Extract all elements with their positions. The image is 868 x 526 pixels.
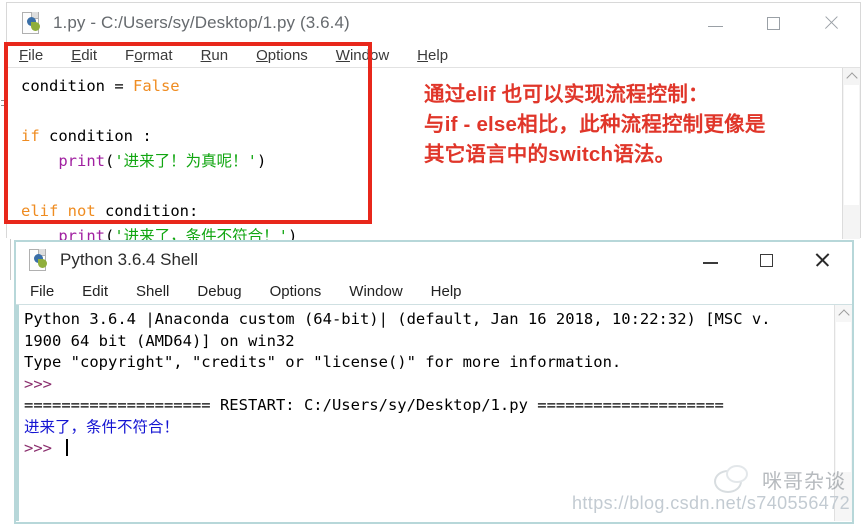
shell-close-button[interactable] <box>794 242 850 278</box>
watermark-brand: 咪哥杂谈 <box>712 464 846 494</box>
shell-menu-shell[interactable]: Shell <box>136 283 169 300</box>
shell-scrollbar-thumb[interactable] <box>836 322 851 472</box>
editor-title: 1.py - C:/Users/sy/Desktop/1.py (3.6.4) <box>53 13 350 32</box>
editor-source-code[interactable]: condition = False if condition : print('… <box>21 74 297 249</box>
annotation-line-2: 与if - else相比，此种流程控制更像是 <box>424 113 766 136</box>
close-icon <box>823 15 839 31</box>
shell-program-output: 进来了，条件不符合！ <box>24 417 180 436</box>
code-token-string: '进来了！为真呢！' <box>114 152 258 170</box>
maximize-icon <box>766 16 780 30</box>
wechat-logo <box>712 464 754 494</box>
maximize-icon <box>759 253 773 267</box>
shell-prompt: >>> <box>24 374 62 393</box>
editor-titlebar[interactable]: 1.py - C:/Users/sy/Desktop/1.py (3.6.4) <box>7 3 860 43</box>
code-token: condition : <box>39 127 152 145</box>
annotation-line-3: 其它语言中的switch语法。 <box>424 143 676 166</box>
shell-menu-file[interactable]: File <box>30 283 54 300</box>
editor-scrollbar-thumb[interactable] <box>844 85 859 205</box>
code-token-keyword: False <box>132 77 180 95</box>
editor-menu-run[interactable]: Run <box>201 47 229 64</box>
watermark-url: https://blog.csdn.net/s740556472 <box>571 493 850 513</box>
shell-window-controls <box>682 242 850 278</box>
python-file-icon <box>21 12 43 34</box>
text-cursor <box>66 439 69 456</box>
code-token: ( <box>105 152 115 170</box>
desktop-background: 1.py - C:/Users/sy/Desktop/1.py (3.6.4) … <box>0 0 868 526</box>
code-token: condition: <box>95 202 199 220</box>
code-token-keyword: if <box>21 127 40 145</box>
editor-close-button[interactable] <box>802 3 860 43</box>
shell-menu-help[interactable]: Help <box>431 283 462 300</box>
editor-menu-help[interactable]: Help <box>417 47 448 64</box>
watermark-brand-text: 咪哥杂谈 <box>762 470 846 493</box>
shell-left-gutter <box>16 305 19 521</box>
scroll-up-arrow-icon[interactable] <box>835 305 852 321</box>
editor-vertical-scrollbar[interactable] <box>842 68 860 239</box>
shell-banner-line-1: Python 3.6.4 |Anaconda custom (64-bit)| … <box>24 310 771 328</box>
shell-menu-debug[interactable]: Debug <box>197 283 241 300</box>
shell-minimize-button[interactable] <box>682 242 738 278</box>
shell-console-text[interactable]: Python 3.6.4 |Anaconda custom (64-bit)| … <box>24 309 834 460</box>
editor-menu-format[interactable]: Format <box>125 47 173 64</box>
editor-menu-window[interactable]: Window <box>336 47 389 64</box>
shell-maximize-button[interactable] <box>738 242 794 278</box>
shell-banner-line-2: 1900 64 bit (AMD64)] on win32 <box>24 331 295 350</box>
code-token-builtin: print <box>58 152 105 170</box>
editor-menu-file[interactable]: File <box>19 47 43 64</box>
code-token: condition = <box>21 77 133 95</box>
shell-title: Python 3.6.4 Shell <box>60 250 198 269</box>
shell-menu-edit[interactable]: Edit <box>82 283 108 300</box>
python-file-icon <box>28 249 50 271</box>
editor-menubar[interactable]: File Edit Format Run Options Window Help <box>7 43 860 68</box>
close-icon <box>814 252 830 268</box>
shell-prompt: >>> <box>24 439 62 457</box>
shell-menu-window[interactable]: Window <box>349 283 402 300</box>
editor-menu-options[interactable]: Options <box>256 47 308 64</box>
annotation-line-1: 通过elif 也可以实现流程控制： <box>424 83 709 106</box>
editor-maximize-button[interactable] <box>744 3 802 43</box>
scroll-up-arrow-icon[interactable] <box>843 68 860 84</box>
shell-menubar[interactable]: File Edit Shell Debug Options Window Hel… <box>16 278 852 305</box>
red-annotation-text: 通过elif 也可以实现流程控制： 与if - else相比，此种流程控制更像是… <box>424 80 844 170</box>
minimize-icon <box>702 262 718 264</box>
code-token: ) <box>257 152 267 170</box>
code-token-keyword: not <box>67 202 96 220</box>
shell-restart-line: ==================== RESTART: C:/Users/s… <box>24 396 724 414</box>
editor-minimize-button[interactable] <box>686 3 744 43</box>
editor-menu-edit[interactable]: Edit <box>71 47 97 64</box>
shell-banner-line-3: Type "copyright", "credits" or "license(… <box>24 353 622 371</box>
minimize-icon <box>707 25 723 27</box>
shell-titlebar[interactable]: Python 3.6.4 Shell <box>16 242 852 278</box>
shell-menu-options[interactable]: Options <box>270 283 322 300</box>
editor-window-controls <box>686 3 860 43</box>
code-token-keyword: elif <box>21 202 59 220</box>
